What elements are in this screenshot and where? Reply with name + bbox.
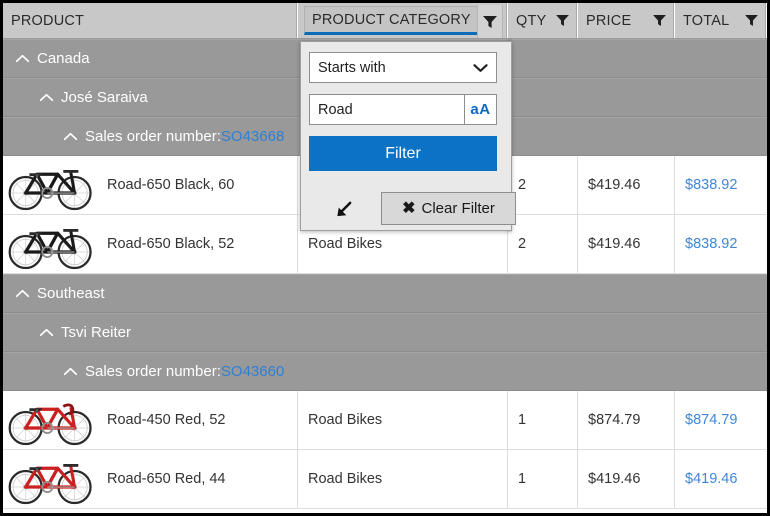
- column-header-price[interactable]: PRICE: [578, 3, 675, 38]
- cell-price: $419.46: [578, 450, 675, 508]
- product-name: Road-650 Black, 52: [107, 236, 234, 252]
- filter-value-row: Road aA: [309, 94, 497, 125]
- column-header-product[interactable]: PRODUCT: [3, 3, 298, 38]
- column-header-product-category[interactable]: PRODUCT CATEGORY: [298, 3, 508, 38]
- cell-product: Road-650 Black, 52: [3, 215, 298, 273]
- table-row[interactable]: Road-450 Red, 52Road Bikes1$874.79$874.7…: [3, 391, 767, 450]
- cell-total[interactable]: $838.92: [675, 156, 767, 214]
- chevron-up-icon[interactable]: [63, 132, 78, 141]
- group-toggle[interactable]: [37, 328, 55, 337]
- column-header-product-category-filter-button[interactable]: [477, 5, 503, 38]
- group-label: Sales order number:: [85, 363, 221, 380]
- chevron-down-icon: [473, 63, 488, 73]
- cell-product: Road-450 Red, 52: [3, 391, 298, 449]
- funnel-icon[interactable]: [556, 15, 569, 26]
- funnel-icon: [483, 16, 497, 28]
- column-header-product-label: PRODUCT: [11, 13, 84, 29]
- funnel-icon[interactable]: [745, 15, 758, 26]
- cell-product-category: Road Bikes: [298, 391, 508, 449]
- bike-red-road-icon: [5, 394, 99, 447]
- report-viewer-grid: PRODUCT PRODUCT CATEGORY QTY PRICE: [0, 0, 770, 516]
- group-label: Tsvi Reiter: [61, 324, 131, 341]
- bike-black-icon: [5, 159, 99, 212]
- group-toggle[interactable]: [13, 289, 31, 298]
- column-header-total[interactable]: TOTAL: [675, 3, 767, 38]
- funnel-icon[interactable]: [653, 15, 666, 26]
- product-name: Road-650 Red, 44: [107, 471, 226, 487]
- cell-qty: 2: [508, 215, 578, 273]
- chevron-up-icon[interactable]: [63, 367, 78, 376]
- cell-product: Road-650 Red, 44: [3, 450, 298, 508]
- column-header-product-category-label: PRODUCT CATEGORY: [312, 12, 471, 28]
- cell-total[interactable]: $419.46: [675, 450, 767, 508]
- group-header-row[interactable]: Sales order number:SO43660: [3, 352, 767, 391]
- chevron-up-icon[interactable]: [39, 93, 54, 102]
- filter-clear-button-label: Clear Filter: [422, 200, 495, 217]
- bike-black-icon: [5, 218, 99, 271]
- filter-case-sensitive-toggle[interactable]: aA: [464, 94, 497, 125]
- grid-header-row: PRODUCT PRODUCT CATEGORY QTY PRICE: [3, 3, 767, 39]
- column-header-price-label: PRICE: [586, 13, 631, 29]
- filter-apply-button[interactable]: Filter: [309, 136, 497, 171]
- group-label: Sales order number:: [85, 128, 221, 145]
- group-header-row[interactable]: Tsvi Reiter: [3, 313, 767, 352]
- group-toggle[interactable]: [13, 54, 31, 63]
- cell-product: Road-650 Black, 60: [3, 156, 298, 214]
- cell-price: $874.79: [578, 391, 675, 449]
- cell-qty: 1: [508, 450, 578, 508]
- group-label: Canada: [37, 50, 90, 67]
- cell-price: $419.46: [578, 215, 675, 273]
- chevron-up-icon[interactable]: [15, 289, 30, 298]
- group-toggle[interactable]: [61, 132, 79, 141]
- cell-price: $419.46: [578, 156, 675, 214]
- column-header-qty-label: QTY: [516, 13, 546, 29]
- filter-popup-resize-handle[interactable]: [329, 196, 357, 222]
- product-name: Road-450 Red, 52: [107, 412, 226, 428]
- arrow-down-left-icon: [334, 200, 353, 219]
- group-value[interactable]: SO43660: [221, 363, 284, 380]
- group-header-row[interactable]: Southeast: [3, 274, 767, 313]
- filter-operator-select[interactable]: Starts with: [309, 52, 497, 83]
- group-label: José Saraiva: [61, 89, 148, 106]
- column-header-total-label: TOTAL: [683, 13, 729, 29]
- group-label: Southeast: [37, 285, 105, 302]
- column-filter-popup: Starts with Road aA Filter ✖ Clear Filte…: [300, 41, 512, 231]
- column-header-product-category-activefilter[interactable]: PRODUCT CATEGORY: [304, 6, 484, 35]
- cell-qty: 1: [508, 391, 578, 449]
- chevron-up-icon[interactable]: [39, 328, 54, 337]
- column-header-qty[interactable]: QTY: [508, 3, 578, 38]
- cell-total[interactable]: $874.79: [675, 391, 767, 449]
- product-name: Road-650 Black, 60: [107, 177, 234, 193]
- table-row[interactable]: Road-650 Red, 44Road Bikes1$419.46$419.4…: [3, 450, 767, 509]
- cell-product-category: Road Bikes: [298, 450, 508, 508]
- chevron-up-icon[interactable]: [15, 54, 30, 63]
- filter-clear-button[interactable]: ✖ Clear Filter: [381, 192, 516, 225]
- group-toggle[interactable]: [37, 93, 55, 102]
- filter-value-input[interactable]: Road: [309, 94, 464, 125]
- cell-total[interactable]: $838.92: [675, 215, 767, 273]
- group-value[interactable]: SO43668: [221, 128, 284, 145]
- group-toggle[interactable]: [61, 367, 79, 376]
- filter-operator-value: Starts with: [318, 60, 473, 76]
- close-x-icon: ✖: [402, 201, 415, 217]
- bike-red-mtb-icon: [5, 453, 99, 506]
- cell-qty: 2: [508, 156, 578, 214]
